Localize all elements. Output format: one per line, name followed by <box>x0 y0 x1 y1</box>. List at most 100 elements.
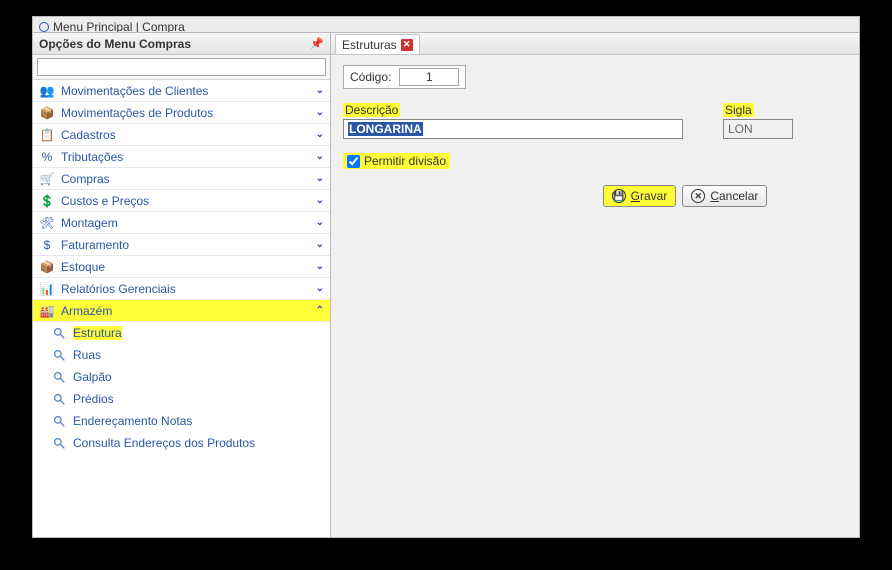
people-icon: 👥 <box>39 83 55 99</box>
gravar-label: Gravar <box>631 189 668 203</box>
sub-label: Galpão <box>73 370 112 384</box>
sidebar: Opções do Menu Compras 📌 👥 Movimentações … <box>33 33 331 537</box>
menu-label: Movimentações de Clientes <box>61 84 208 98</box>
sigla-label: Sigla <box>723 103 754 117</box>
chevron-down-icon: ⌄ <box>316 283 324 294</box>
sub-predios[interactable]: Prédios <box>45 388 330 410</box>
magnifier-icon <box>51 347 67 363</box>
sub-label: Estrutura <box>73 326 122 340</box>
sub-consulta-enderecos[interactable]: Consulta Endereços dos Produtos <box>45 432 330 454</box>
sidebar-search-wrap <box>33 55 330 80</box>
chevron-down-icon: ⌄ <box>316 195 324 206</box>
menu-item-estoque[interactable]: 📦 Estoque ⌄ <box>33 256 330 278</box>
magnifier-icon <box>51 325 67 341</box>
sub-estrutura[interactable]: Estrutura <box>45 322 330 344</box>
dollar-icon: $ <box>39 237 55 253</box>
cancel-icon: ✕ <box>691 189 705 203</box>
codigo-box: Código: 1 <box>343 65 466 89</box>
sub-galpao[interactable]: Galpão <box>45 366 330 388</box>
content-split: Opções do Menu Compras 📌 👥 Movimentações … <box>33 33 859 537</box>
sub-label: Consulta Endereços dos Produtos <box>73 436 255 450</box>
form-area: Código: 1 Descrição LONGARINA Sigla <box>331 55 859 537</box>
magnifier-icon <box>51 369 67 385</box>
chevron-up-icon: ⌃ <box>316 305 324 316</box>
pin-icon[interactable]: 📌 <box>310 37 324 50</box>
chevron-down-icon: ⌄ <box>316 85 324 96</box>
sigla-input[interactable] <box>723 119 793 139</box>
menu-label: Cadastros <box>61 128 116 142</box>
app-frame: Opções do Menu Compras 📌 👥 Movimentações … <box>32 32 860 538</box>
sub-label: Ruas <box>73 348 101 362</box>
chevron-down-icon: ⌄ <box>316 129 324 140</box>
main-area: Estruturas ✕ Código: 1 Descrição <box>331 33 859 537</box>
cancelar-label: Cancelar <box>710 189 758 203</box>
menu-label: Montagem <box>61 216 118 230</box>
menu-item-cadastros[interactable]: 📋 Cadastros ⌄ <box>33 124 330 146</box>
menu-label: Movimentações de Produtos <box>61 106 213 120</box>
menu-item-mov-produtos[interactable]: 📦 Movimentações de Produtos ⌄ <box>33 102 330 124</box>
codigo-label: Código: <box>350 70 391 84</box>
chevron-down-icon: ⌄ <box>316 107 324 118</box>
menu-item-relatorios[interactable]: 📊 Relatórios Gerenciais ⌄ <box>33 278 330 300</box>
permitir-label: Permitir divisão <box>364 154 446 168</box>
permitir-row[interactable]: Permitir divisão <box>343 153 450 169</box>
sub-label: Prédios <box>73 392 114 406</box>
warehouse-icon: 🏭 <box>39 303 55 319</box>
percent-icon: % <box>39 149 55 165</box>
chevron-down-icon: ⌄ <box>316 239 324 250</box>
cart-icon: 🛒 <box>39 171 55 187</box>
menu-label: Compras <box>61 172 110 186</box>
menu-item-compras[interactable]: 🛒 Compras ⌄ <box>33 168 330 190</box>
codigo-row: Código: 1 <box>343 65 847 89</box>
menu-item-montagem[interactable]: 🛠 Montagem ⌄ <box>33 212 330 234</box>
close-icon[interactable]: ✕ <box>401 39 413 51</box>
menu-label: Custos e Preços <box>61 194 149 208</box>
sub-ruas[interactable]: Ruas <box>45 344 330 366</box>
menu-label: Estoque <box>61 260 105 274</box>
tab-estruturas[interactable]: Estruturas ✕ <box>335 34 420 54</box>
armazem-subitems: Estrutura Ruas Galpão Prédios <box>33 322 330 454</box>
menu-item-armazem[interactable]: 🏭 Armazém ⌃ <box>33 300 330 322</box>
menu-label: Relatórios Gerenciais <box>61 282 176 296</box>
tab-label: Estruturas <box>342 38 397 52</box>
menu-label: Armazém <box>61 304 112 318</box>
sidebar-title: Opções do Menu Compras <box>39 37 191 51</box>
chevron-down-icon: ⌄ <box>316 151 324 162</box>
save-icon: 💾 <box>612 189 626 203</box>
menu-label: Tributações <box>61 150 123 164</box>
descricao-field: Descrição LONGARINA <box>343 103 683 139</box>
sigla-field: Sigla <box>723 103 793 139</box>
chevron-down-icon: ⌄ <box>316 261 324 272</box>
magnifier-icon <box>51 435 67 451</box>
menu-item-custos[interactable]: 💲 Custos e Preços ⌄ <box>33 190 330 212</box>
money-icon: 💲 <box>39 193 55 209</box>
descricao-input[interactable] <box>343 119 683 139</box>
boxes-icon: 📦 <box>39 259 55 275</box>
box-icon: 📦 <box>39 105 55 121</box>
permitir-checkbox[interactable] <box>347 155 360 168</box>
chart-icon: 📊 <box>39 281 55 297</box>
menu-item-mov-clientes[interactable]: 👥 Movimentações de Clientes ⌄ <box>33 80 330 102</box>
globe-icon <box>39 22 49 32</box>
descricao-input-wrap: LONGARINA <box>343 119 683 139</box>
button-row: 💾 Gravar ✕ Cancelar <box>343 185 847 207</box>
gravar-button[interactable]: 💾 Gravar <box>603 185 677 207</box>
magnifier-icon <box>51 413 67 429</box>
descricao-label: Descrição <box>343 103 400 117</box>
menu-list: 👥 Movimentações de Clientes ⌄ 📦 Movimentaç… <box>33 80 330 537</box>
sub-label: Endereçamento Notas <box>73 414 192 428</box>
sub-enderecamento[interactable]: Endereçamento Notas <box>45 410 330 432</box>
menu-label: Faturamento <box>61 238 129 252</box>
magnifier-icon <box>51 391 67 407</box>
chevron-down-icon: ⌄ <box>316 173 324 184</box>
cancelar-button[interactable]: ✕ Cancelar <box>682 185 767 207</box>
tab-strip: Estruturas ✕ <box>331 33 859 55</box>
sidebar-search-input[interactable] <box>37 58 326 76</box>
sidebar-title-bar: Opções do Menu Compras 📌 <box>33 33 330 55</box>
field-group: Descrição LONGARINA Sigla <box>343 103 847 139</box>
tools-icon: 🛠 <box>39 215 55 231</box>
menu-item-faturamento[interactable]: $ Faturamento ⌄ <box>33 234 330 256</box>
chevron-down-icon: ⌄ <box>316 217 324 228</box>
menu-item-tributacoes[interactable]: % Tributações ⌄ <box>33 146 330 168</box>
list-icon: 📋 <box>39 127 55 143</box>
